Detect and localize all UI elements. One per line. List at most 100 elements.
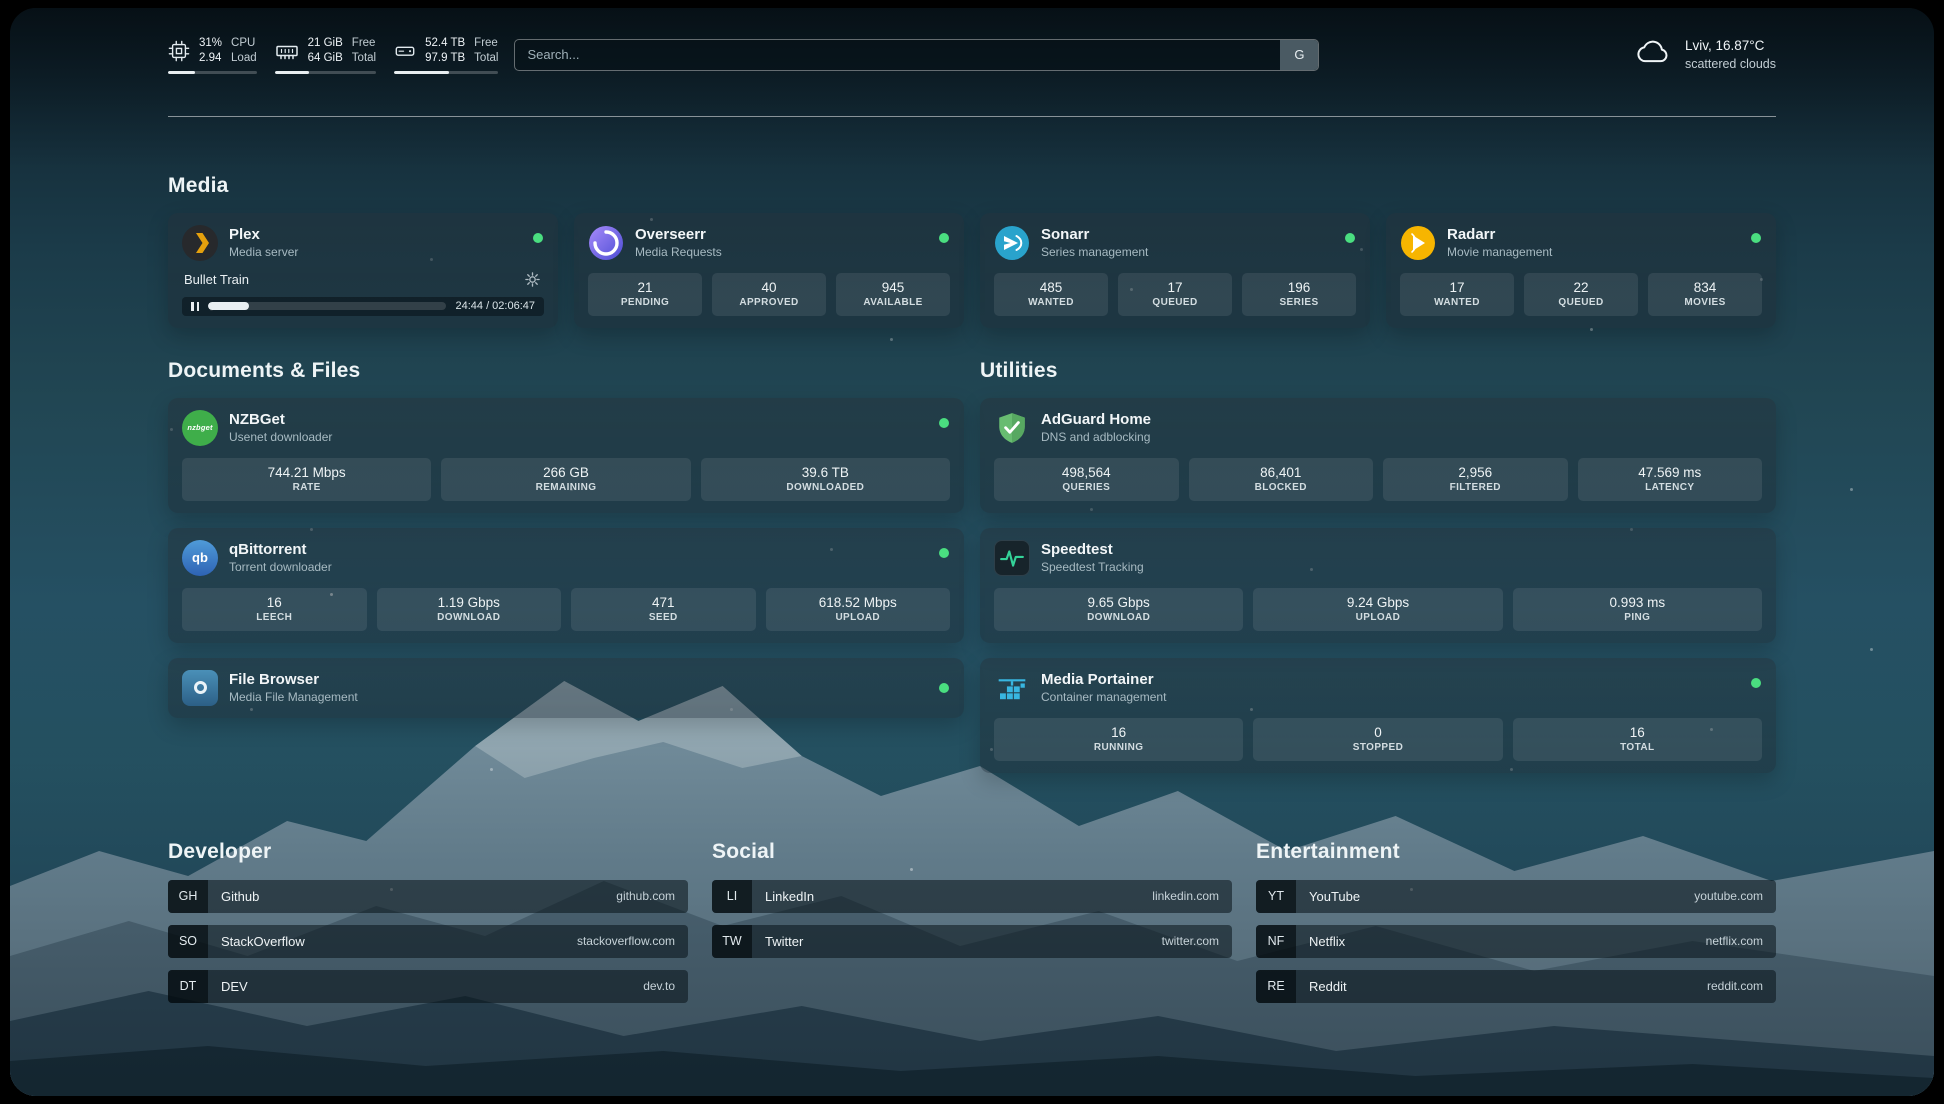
middle-sections: Documents & Files nzbget NZBGet Usenet d… [168, 358, 1776, 773]
cpu-label: CPU [231, 36, 257, 51]
stat-box: 618.52 MbpsUPLOAD [766, 588, 951, 631]
topbar: 31% 2.94 CPU Load [168, 8, 1776, 74]
cpu-icon [168, 40, 190, 62]
service-desc: Media Requests [635, 245, 722, 261]
bookmark-group-social: Social LI LinkedIn linkedin.com TW Twitt… [712, 839, 1232, 1015]
stat-box: 22QUEUED [1524, 273, 1638, 316]
playback-progress-fill [208, 302, 249, 310]
section-title-utilities: Utilities [980, 358, 1776, 384]
status-online-dot [939, 683, 949, 693]
disk-free-value: 52.4 TB [425, 36, 465, 51]
section-title-entertainment: Entertainment [1256, 839, 1776, 865]
utilities-column: Utilities AdGuard Home [980, 358, 1776, 773]
service-desc: Torrent downloader [229, 560, 332, 576]
bookmark-group-entertainment: Entertainment YT YouTube youtube.com NF … [1256, 839, 1776, 1015]
stat-box: 86,401BLOCKED [1189, 458, 1374, 501]
weather-condition: scattered clouds [1685, 56, 1776, 73]
bookmark-dev[interactable]: DT DEV dev.to [168, 970, 688, 1003]
service-name: Sonarr [1041, 225, 1148, 245]
sonarr-icon [994, 225, 1030, 261]
stat-box: 16LEECH [182, 588, 367, 631]
bookmark-reddit[interactable]: RE Reddit reddit.com [1256, 970, 1776, 1003]
service-card-speedtest[interactable]: Speedtest Speedtest Tracking 9.65 GbpsDO… [980, 528, 1776, 643]
stat-box: 1.19 GbpsDOWNLOAD [377, 588, 562, 631]
service-name: Speedtest [1041, 540, 1144, 560]
cpu-load-label: Load [231, 51, 257, 66]
bookmark-linkedin[interactable]: LI LinkedIn linkedin.com [712, 880, 1232, 913]
ram-progress-fill [275, 71, 309, 74]
service-desc: Usenet downloader [229, 430, 332, 446]
status-online-dot [939, 418, 949, 428]
disk-icon [394, 40, 416, 62]
ram-total-label: Total [352, 51, 376, 66]
stat-box: 16TOTAL [1513, 718, 1762, 761]
service-card-radarr[interactable]: Radarr Movie management 17WANTED 22QUEUE… [1386, 213, 1776, 328]
service-desc: Speedtest Tracking [1041, 560, 1144, 576]
stat-box: 9.65 GbpsDOWNLOAD [994, 588, 1243, 631]
bookmark-github[interactable]: GH Github github.com [168, 880, 688, 913]
dashboard-screen: 31% 2.94 CPU Load [10, 8, 1934, 1096]
section-title-social: Social [712, 839, 1232, 865]
cpu-progress-fill [168, 71, 195, 74]
speedtest-icon [994, 540, 1030, 576]
disk-widget: 52.4 TB 97.9 TB Free Total [394, 36, 498, 74]
weather-location: Lviv, 16.87°C [1685, 37, 1776, 55]
service-name: Media Portainer [1041, 670, 1166, 690]
status-online-dot [533, 233, 543, 243]
stat-box: 9.24 GbpsUPLOAD [1253, 588, 1502, 631]
service-card-qbittorrent[interactable]: qb qBittorrent Torrent downloader 16LEEC… [168, 528, 964, 643]
bookmark-twitter[interactable]: TW Twitter twitter.com [712, 925, 1232, 958]
service-name: NZBGet [229, 410, 332, 430]
search-provider-button[interactable]: G [1280, 40, 1318, 70]
service-card-plex[interactable]: Plex Media server Bullet Train [168, 213, 558, 328]
nzbget-icon: nzbget [182, 410, 218, 446]
section-title-developer: Developer [168, 839, 688, 865]
service-desc: Media server [229, 245, 298, 261]
dashboard-content: 31% 2.94 CPU Load [10, 8, 1934, 1096]
stat-box: 21PENDING [588, 273, 702, 316]
bookmark-stackoverflow[interactable]: SO StackOverflow stackoverflow.com [168, 925, 688, 958]
section-title-media: Media [168, 173, 1776, 199]
bookmark-youtube[interactable]: YT YouTube youtube.com [1256, 880, 1776, 913]
overseerr-icon [588, 225, 624, 261]
cpu-widget: 31% 2.94 CPU Load [168, 36, 257, 74]
disk-total-label: Total [474, 51, 498, 66]
service-card-filebrowser[interactable]: File Browser Media File Management [168, 658, 964, 718]
search-input[interactable] [515, 47, 1280, 62]
plex-icon [182, 225, 218, 261]
disk-progress-bar [394, 71, 498, 74]
bookmarks-section: Developer GH Github github.com SO StackO… [168, 839, 1776, 1015]
ram-icon [275, 39, 299, 63]
cpu-usage-value: 31% [199, 36, 222, 51]
stat-box: 2,956FILTERED [1383, 458, 1568, 501]
bookmark-group-developer: Developer GH Github github.com SO StackO… [168, 839, 688, 1015]
status-online-dot [939, 233, 949, 243]
section-title-documents: Documents & Files [168, 358, 964, 384]
playback-progress-track[interactable] [208, 302, 446, 310]
pause-icon[interactable] [191, 302, 199, 311]
bookmark-netflix[interactable]: NF Netflix netflix.com [1256, 925, 1776, 958]
service-card-sonarr[interactable]: Sonarr Series management 485WANTED 17QUE… [980, 213, 1370, 328]
service-card-portainer[interactable]: Media Portainer Container management 16R… [980, 658, 1776, 773]
service-desc: Container management [1041, 690, 1166, 706]
service-card-adguard[interactable]: AdGuard Home DNS and adblocking 498,564Q… [980, 398, 1776, 513]
service-card-overseerr[interactable]: Overseerr Media Requests 21PENDING 40APP… [574, 213, 964, 328]
service-name: Plex [229, 225, 298, 245]
ram-widget: 21 GiB 64 GiB Free Total [275, 36, 376, 74]
topbar-divider [168, 116, 1776, 117]
service-desc: Media File Management [229, 690, 358, 706]
service-desc: Movie management [1447, 245, 1552, 261]
stat-box: 196SERIES [1242, 273, 1356, 316]
stat-box: 498,564QUERIES [994, 458, 1179, 501]
now-playing-title: Bullet Train [184, 272, 249, 287]
gear-icon[interactable] [523, 270, 542, 289]
player-progress-strip: 24:44 / 02:06:47 [182, 297, 544, 316]
service-desc: Series management [1041, 245, 1148, 261]
resource-widgets: 31% 2.94 CPU Load [168, 36, 498, 74]
documents-column: Documents & Files nzbget NZBGet Usenet d… [168, 358, 964, 718]
disk-free-label: Free [474, 36, 498, 51]
disk-total-value: 97.9 TB [425, 51, 465, 66]
service-card-nzbget[interactable]: nzbget NZBGet Usenet downloader 744.21 M… [168, 398, 964, 513]
service-name: File Browser [229, 670, 358, 690]
stat-box: 17WANTED [1400, 273, 1514, 316]
